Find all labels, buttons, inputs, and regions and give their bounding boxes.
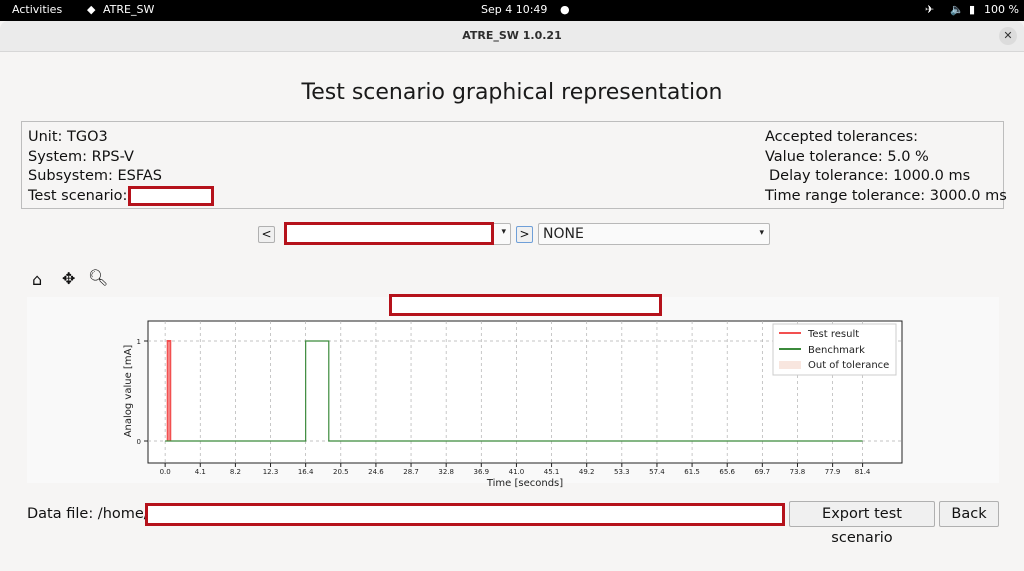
redacted-plot-title <box>389 294 662 316</box>
window-titlebar: ATRE_SW 1.0.21 ✕ <box>0 21 1024 52</box>
redacted-data-file-path <box>145 503 785 526</box>
next-button[interactable]: > <box>516 226 533 243</box>
scenario-info-panel: Unit: TGO3 System: RPS-V Subsystem: ESFA… <box>21 121 1007 209</box>
value-tolerance: Value tolerance: 5.0 % <box>765 149 929 165</box>
home-icon[interactable]: ⌂ <box>32 270 42 289</box>
pan-icon[interactable]: ✥ <box>62 269 75 288</box>
time-range-tolerance: Time range tolerance: 3000.0 ms <box>765 188 1007 204</box>
plot-canvas <box>27 297 999 483</box>
prev-button[interactable]: < <box>258 226 275 243</box>
app-icon: ◆ <box>87 3 96 16</box>
chevron-down-icon: ▾ <box>759 228 764 238</box>
chevron-down-icon: ▾ <box>501 227 506 237</box>
window-title: ATRE_SW 1.0.21 <box>462 29 562 42</box>
back-button[interactable]: Back <box>939 501 999 527</box>
redacted-scenario-select <box>284 222 494 245</box>
signal-select[interactable]: NONE ▾ <box>538 223 770 245</box>
volume-icon: 🔈 <box>950 3 964 16</box>
tolerances-header: Accepted tolerances: <box>765 129 919 145</box>
test-scenario-label: Test scenario: <box>28 188 128 204</box>
unit-label: Unit: TGO3 <box>28 129 108 145</box>
page-title: Test scenario graphical representation <box>301 80 723 105</box>
app-menu[interactable]: ATRE_SW <box>103 3 154 16</box>
subsystem-label: Subsystem: ESFAS <box>28 168 163 184</box>
battery-level[interactable]: 100 % <box>984 3 1019 16</box>
battery-icon: ▮ <box>969 3 976 16</box>
airplane-icon: ✈ <box>925 3 935 16</box>
zoom-icon[interactable]: 🔍︎ <box>88 268 108 287</box>
close-icon[interactable]: ✕ <box>999 27 1017 45</box>
redacted-test-scenario <box>128 186 214 206</box>
system-top-bar: Activities ◆ ATRE_SW Sep 4 10:49 ● ✈ 🔈 ▮… <box>0 0 1024 21</box>
notification-dot-icon: ● <box>560 3 570 16</box>
export-test-scenario-button[interactable]: Export test scenario <box>789 501 935 546</box>
clock[interactable]: Sep 4 10:49 <box>481 3 547 16</box>
activities-button[interactable]: Activities <box>12 3 62 16</box>
delay-tolerance: Delay tolerance: 1000.0 ms <box>769 168 971 184</box>
signal-select-value: NONE <box>543 226 584 242</box>
data-file-label: Data file: /home/ <box>27 506 149 522</box>
system-label: System: RPS-V <box>28 149 134 165</box>
